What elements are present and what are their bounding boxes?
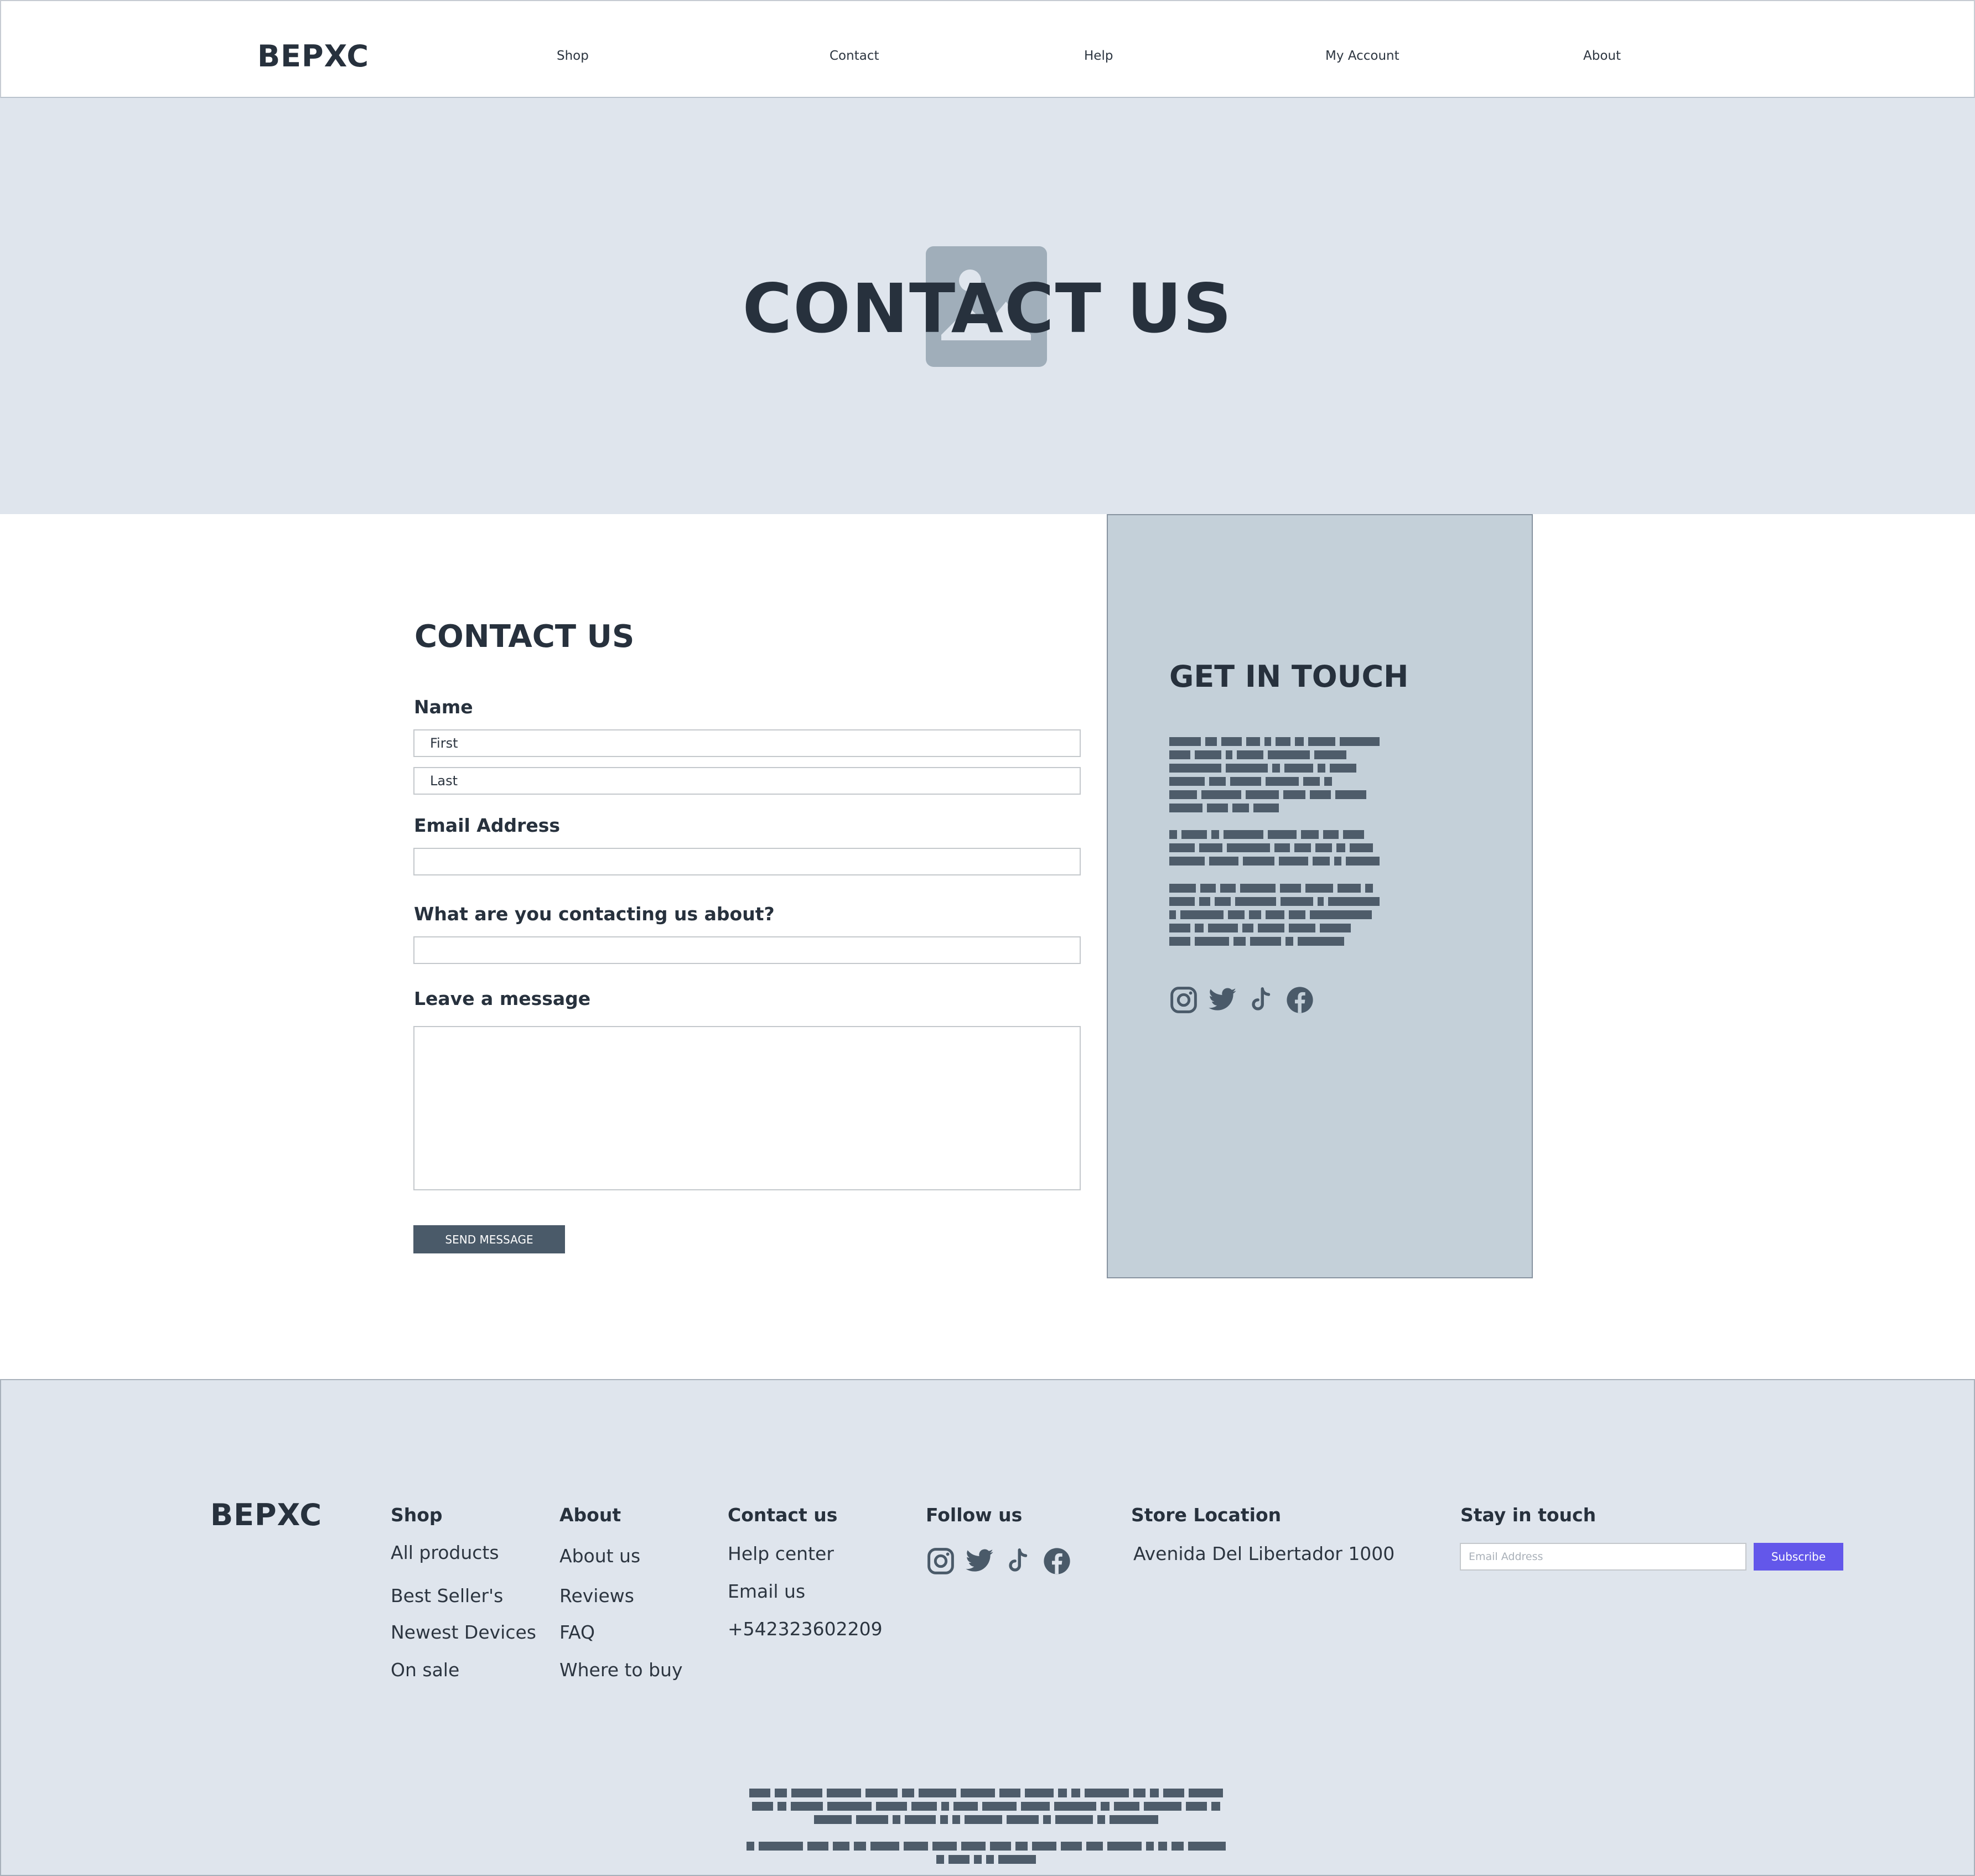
redacted-paragraph	[1169, 737, 1380, 817]
first-name-input[interactable]	[413, 729, 1081, 757]
name-label: Name	[414, 696, 473, 718]
footer-link-best-sellers[interactable]: Best Seller's	[391, 1585, 503, 1606]
footer-link-help-center[interactable]: Help center	[728, 1543, 834, 1564]
twitter-icon[interactable]	[965, 1546, 994, 1576]
footer-contact-heading: Contact us	[728, 1504, 838, 1526]
hero-title: CONTACT US	[742, 270, 1233, 348]
hero-section: CONTACT US	[0, 98, 1975, 514]
tiktok-icon[interactable]	[1246, 985, 1276, 1015]
nav-shop[interactable]: Shop	[557, 49, 589, 63]
newsletter-email-input[interactable]	[1460, 1543, 1746, 1571]
tiktok-icon[interactable]	[1003, 1546, 1033, 1576]
redacted-footer-text	[737, 1842, 1235, 1868]
footer-location-heading: Store Location	[1131, 1504, 1282, 1526]
footer-link-about-us[interactable]: About us	[559, 1545, 640, 1567]
nav-help[interactable]: Help	[1084, 49, 1113, 63]
redacted-paragraph	[1169, 884, 1380, 950]
instagram-icon[interactable]	[926, 1546, 956, 1576]
email-input[interactable]	[413, 848, 1081, 875]
nav-contact[interactable]: Contact	[830, 49, 879, 63]
footer-link-where-to-buy[interactable]: Where to buy	[559, 1659, 683, 1681]
get-in-touch-title: GET IN TOUCH	[1169, 659, 1409, 694]
email-label: Email Address	[414, 815, 561, 836]
footer-follow-heading: Follow us	[926, 1504, 1023, 1526]
footer-store-address: Avenida Del Libertador 1000	[1133, 1543, 1395, 1564]
footer-link-newest-devices[interactable]: Newest Devices	[391, 1621, 536, 1643]
footer-social-icons	[926, 1546, 1072, 1576]
footer-phone[interactable]: +542323602209	[728, 1618, 883, 1640]
site-header: BEPXC Shop Contact Help My Account About	[0, 0, 1975, 98]
send-message-button[interactable]: SEND MESSAGE	[413, 1225, 565, 1253]
get-in-touch-panel: GET IN TOUCH	[1107, 514, 1533, 1278]
redacted-footer-text	[737, 1789, 1235, 1828]
form-title: CONTACT US	[414, 619, 635, 655]
footer-link-reviews[interactable]: Reviews	[559, 1585, 634, 1606]
facebook-icon[interactable]	[1285, 985, 1315, 1015]
redacted-paragraph	[1169, 830, 1380, 870]
footer-link-faq[interactable]: FAQ	[559, 1621, 595, 1643]
subject-label: What are you contacting us about?	[414, 903, 775, 925]
footer-link-email-us[interactable]: Email us	[728, 1580, 805, 1602]
panel-social-icons	[1169, 985, 1315, 1015]
nav-my-account[interactable]: My Account	[1325, 49, 1399, 63]
message-label: Leave a message	[414, 988, 591, 1009]
message-textarea[interactable]	[413, 1026, 1081, 1190]
site-footer: BEPXC Shop All products Best Seller's Ne…	[0, 1379, 1975, 1876]
footer-shop-heading: Shop	[391, 1504, 443, 1526]
subject-input[interactable]	[413, 936, 1081, 964]
instagram-icon[interactable]	[1169, 985, 1199, 1015]
footer-link-on-sale[interactable]: On sale	[391, 1659, 459, 1681]
twitter-icon[interactable]	[1207, 985, 1237, 1015]
footer-logo[interactable]: BEPXC	[210, 1497, 322, 1532]
footer-about-heading: About	[559, 1504, 621, 1526]
last-name-input[interactable]	[413, 767, 1081, 795]
footer-link-all-products[interactable]: All products	[391, 1542, 499, 1563]
subscribe-button[interactable]: Subscribe	[1754, 1543, 1843, 1571]
nav-about[interactable]: About	[1583, 49, 1621, 63]
site-logo[interactable]: BEPXC	[257, 39, 369, 74]
facebook-icon[interactable]	[1042, 1546, 1072, 1576]
footer-stay-heading: Stay in touch	[1460, 1504, 1596, 1526]
